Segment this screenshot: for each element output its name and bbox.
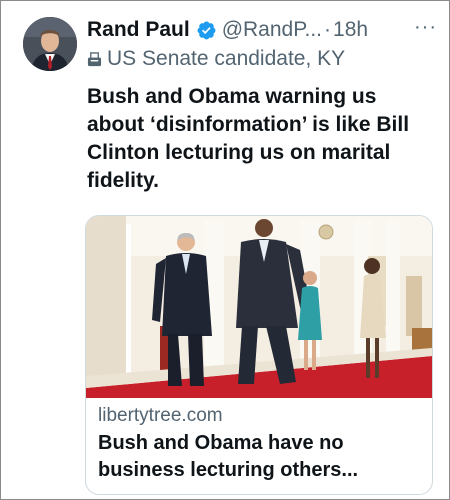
avatar[interactable] <box>23 17 77 71</box>
card-image[interactable] <box>86 216 432 398</box>
account-label: US Senate candidate, KY <box>87 47 345 71</box>
tweet-header: Rand Paul @RandP... · 18h <box>87 15 439 45</box>
separator-dot: · <box>324 18 332 41</box>
tweet-text: Bush and Obama warning us about ‘disinfo… <box>87 85 410 192</box>
author-handle[interactable]: @RandP... <box>222 18 322 42</box>
card-domain[interactable]: libertytree.com <box>98 405 223 427</box>
timestamp[interactable]: 18h <box>333 18 368 42</box>
author-name[interactable]: Rand Paul <box>87 18 190 42</box>
card-title[interactable]: Bush and Obama have no business lecturin… <box>98 430 426 484</box>
ballot-box-icon <box>87 51 102 66</box>
tweet[interactable]: Rand Paul @RandP... · 18h ··· US Senate … <box>0 0 450 500</box>
verified-badge-icon <box>197 21 216 39</box>
account-label-text: US Senate candidate, KY <box>107 47 346 70</box>
link-card[interactable]: libertytree.com Bush and Obama have no b… <box>85 215 433 495</box>
more-horizontal-icon[interactable]: ··· <box>414 17 437 37</box>
